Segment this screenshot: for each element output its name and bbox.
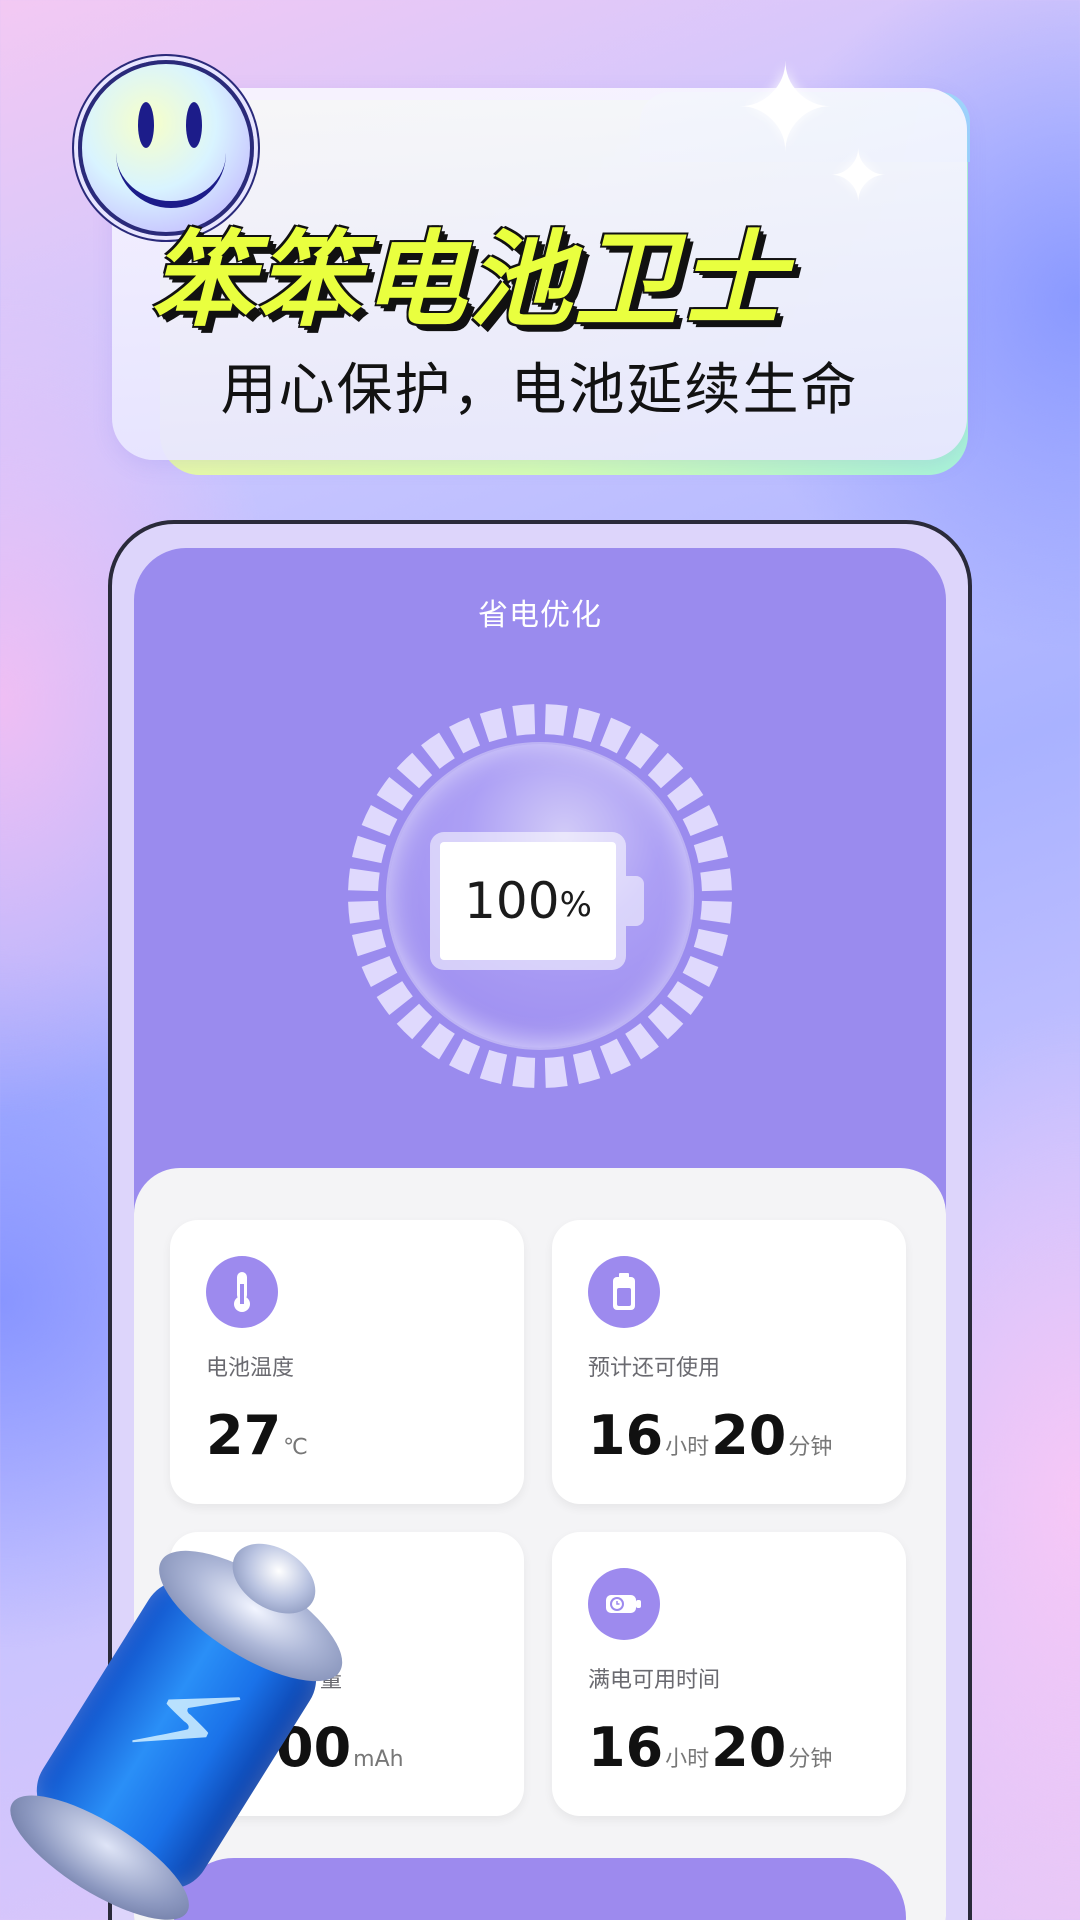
full-charge-hours-unit: 小时 — [665, 1747, 710, 1772]
screen-title: 省电优化 — [478, 598, 602, 633]
remaining-time-card[interactable]: 预计还可使用 16 小时 20 分钟 — [552, 1220, 906, 1504]
gauge-segment — [544, 1056, 568, 1088]
gauge-segment — [700, 900, 732, 924]
remaining-minutes: 20 — [711, 1404, 787, 1467]
remaining-hours-unit: 小时 — [665, 1435, 710, 1460]
full-charge-hours: 16 — [588, 1716, 664, 1779]
gauge-segment — [352, 928, 387, 957]
temperature-label: 电池温度 — [206, 1356, 295, 1381]
gauge-segment — [512, 704, 536, 736]
app-subtitle: 用心保护，电池延续生命 — [220, 358, 859, 423]
gauge-segment — [421, 1023, 455, 1060]
gauge-segment — [449, 1038, 481, 1075]
gauge-segment — [599, 1038, 631, 1075]
gauge-segment — [348, 868, 380, 892]
remaining-hours: 16 — [588, 1404, 664, 1467]
gauge-segment — [479, 1049, 508, 1084]
gauge-segment — [682, 805, 719, 837]
gauge-segment — [700, 868, 732, 892]
temperature-value: 27 ℃ — [206, 1404, 310, 1467]
gauge-segment — [352, 835, 387, 864]
battery-tip — [626, 876, 644, 926]
temperature-number: 27 — [206, 1404, 282, 1467]
sparkle-icon: ✦ — [735, 40, 836, 179]
battery-icon — [588, 1256, 660, 1328]
gauge-segment — [361, 955, 398, 987]
gauge-segment — [479, 708, 508, 743]
thermometer-icon — [206, 1256, 278, 1328]
full-charge-time-value: 16 小时 20 分钟 — [588, 1716, 834, 1779]
remaining-time-label: 预计还可使用 — [588, 1356, 721, 1381]
gauge-segment — [667, 777, 704, 811]
charging-time-icon — [588, 1568, 660, 1640]
gauge-segment — [647, 1003, 684, 1040]
gauge-segment — [572, 1049, 601, 1084]
full-charge-time-label: 满电可用时间 — [588, 1668, 721, 1693]
app-title: 笨笨电池卫士 — [150, 219, 787, 341]
gauge-segment — [693, 835, 728, 864]
battery-level-unit: % — [559, 885, 592, 925]
full-charge-time-card[interactable]: 满电可用时间 16 小时 20 分钟 — [552, 1532, 906, 1816]
gauge-segment — [667, 981, 704, 1015]
battery-gauge: 100% — [342, 698, 738, 1094]
gauge-segment — [625, 732, 659, 769]
temperature-card[interactable]: 电池温度 27 ℃ — [170, 1220, 524, 1504]
gauge-segment — [421, 732, 455, 769]
gauge-segment — [449, 717, 481, 754]
gauge-segment — [693, 928, 728, 957]
remaining-time-value: 16 小时 20 分钟 — [588, 1404, 834, 1467]
gauge-segment — [512, 1056, 536, 1088]
gauge-segment — [348, 900, 380, 924]
gauge-segment — [396, 752, 433, 789]
full-charge-minutes: 20 — [711, 1716, 787, 1779]
gauge-segment — [544, 704, 568, 736]
battery-level-number: 100 — [464, 872, 560, 930]
gauge-segment — [396, 1003, 433, 1040]
gauge-segment — [572, 708, 601, 743]
gauge-segment — [599, 717, 631, 754]
gauge-segment — [625, 1023, 659, 1060]
remaining-minutes-unit: 分钟 — [788, 1435, 833, 1460]
full-charge-minutes-unit: 分钟 — [788, 1747, 833, 1772]
gauge-segment — [376, 981, 413, 1015]
gauge-segment — [682, 955, 719, 987]
battery-level-label: 100% — [430, 832, 626, 970]
gauge-segment — [647, 752, 684, 789]
gauge-segment — [376, 777, 413, 811]
gauge-segment — [361, 805, 398, 837]
temperature-unit: ℃ — [283, 1435, 308, 1460]
